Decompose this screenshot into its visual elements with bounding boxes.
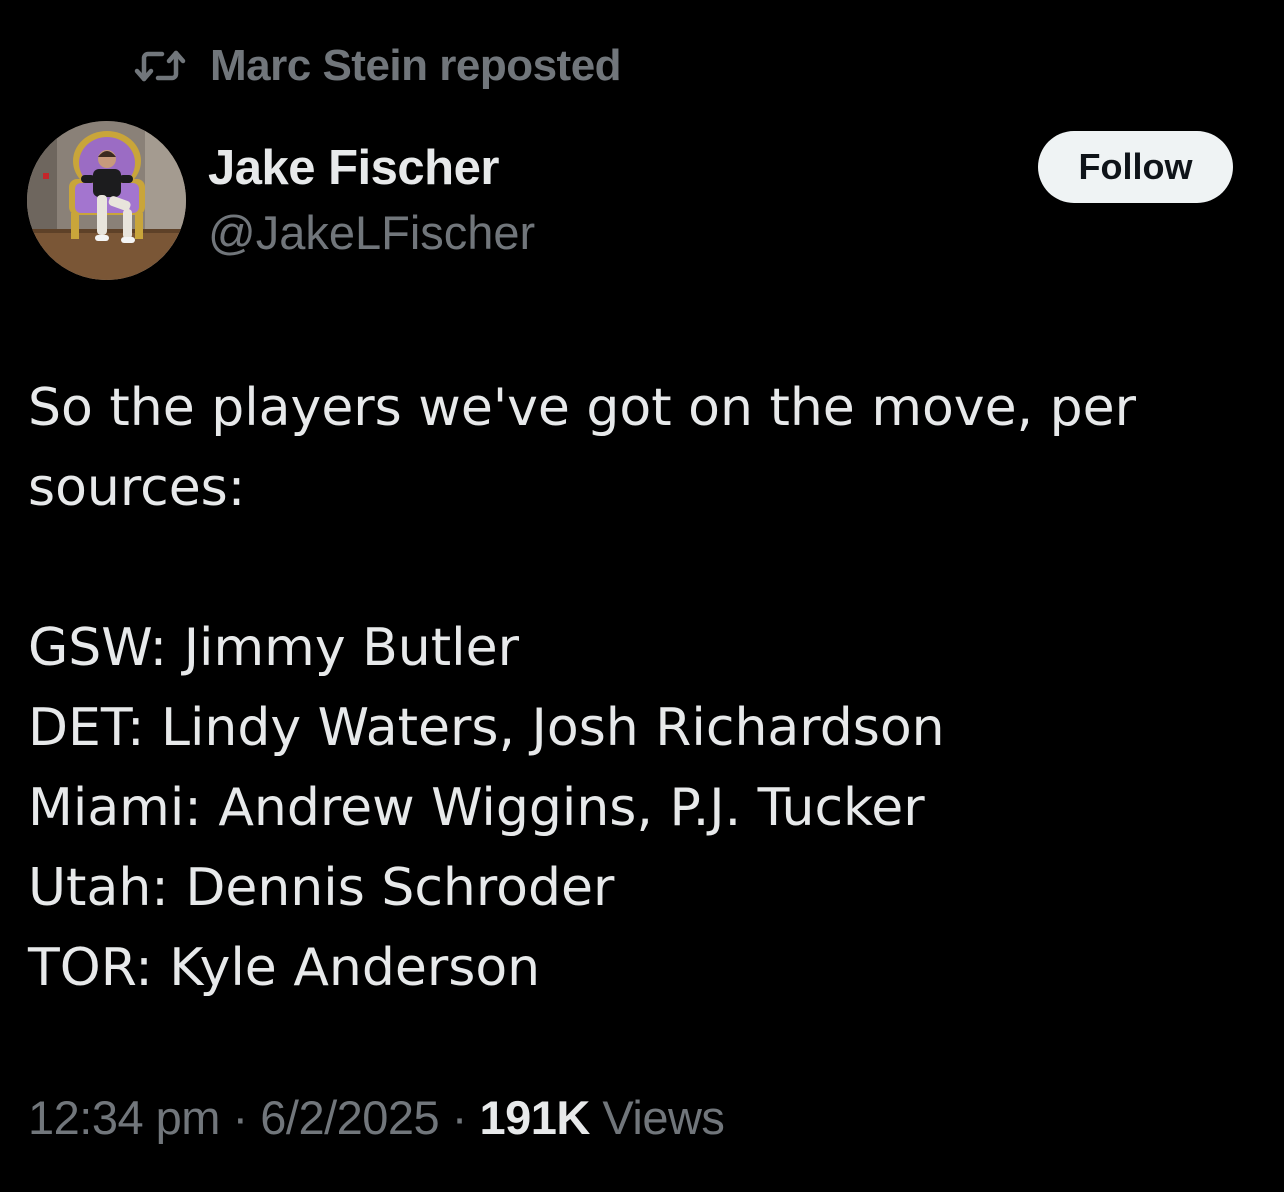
tweet-line: sources: — [28, 458, 246, 518]
tweet-line: Utah: Dennis Schroder — [28, 858, 615, 918]
author-avatar[interactable] — [27, 121, 186, 280]
tweet-line: GSW: Jimmy Butler — [28, 618, 519, 678]
tweet-line: So the players we've got on the move, pe… — [28, 378, 1136, 438]
repost-header[interactable]: Marc Stein reposted — [134, 38, 622, 94]
author-handle[interactable]: @JakeLFischer — [208, 205, 535, 260]
tweet-line: DET: Lindy Waters, Josh Richardson — [28, 698, 945, 758]
repost-label[interactable]: Marc Stein reposted — [210, 41, 622, 91]
views-count[interactable]: 191K — [479, 1091, 590, 1144]
tweet-text: So the players we've got on the move, pe… — [28, 368, 1228, 1008]
views-label: Views — [602, 1091, 725, 1144]
author-name[interactable]: Jake Fischer — [208, 140, 499, 196]
meta-separator: · — [451, 1091, 468, 1144]
repost-icon — [134, 46, 190, 86]
tweet-line: Miami: Andrew Wiggins, P.J. Tucker — [28, 778, 925, 838]
tweet-meta: 12:34 pm · 6/2/2025 · 191K Views — [28, 1090, 725, 1145]
tweet-line: TOR: Kyle Anderson — [28, 938, 541, 998]
tweet-date[interactable]: 6/2/2025 — [260, 1091, 439, 1144]
meta-separator: · — [232, 1091, 249, 1144]
tweet-time[interactable]: 12:34 pm — [28, 1091, 220, 1144]
profile-photo-icon — [27, 121, 186, 280]
follow-button[interactable]: Follow — [1038, 131, 1233, 203]
